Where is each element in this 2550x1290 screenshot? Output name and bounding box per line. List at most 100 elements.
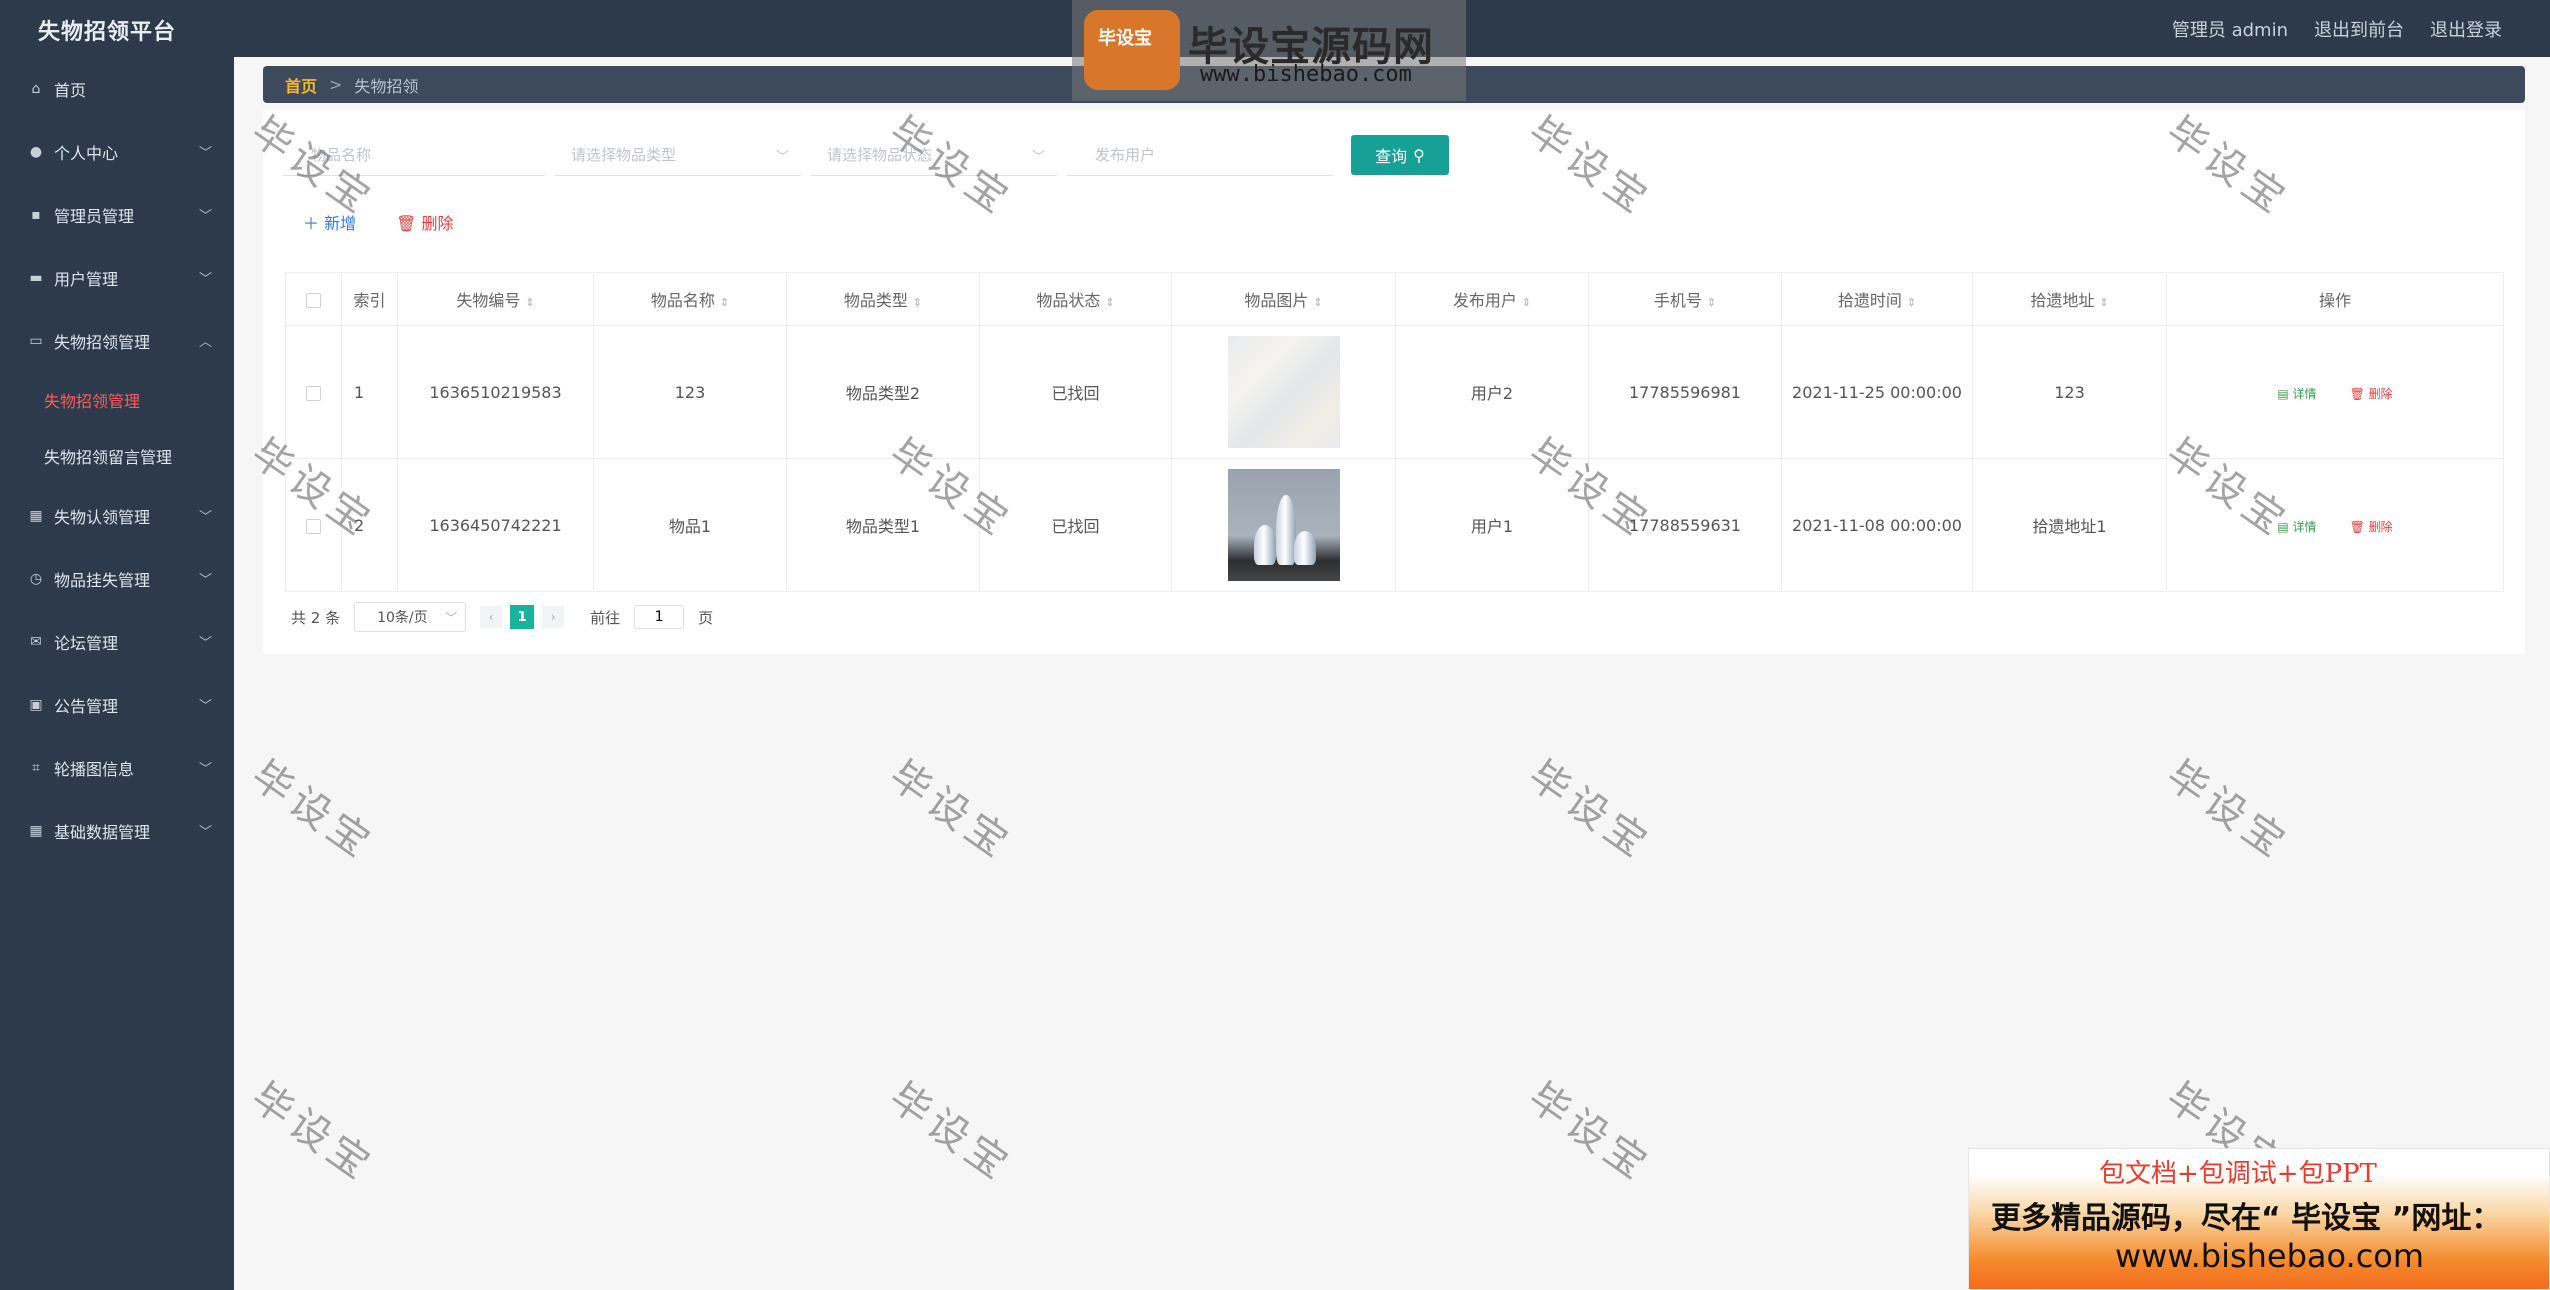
promo-ad-banner[interactable]: 包文档+包调试+包PPT 更多精品源码，尽在“ 毕设宝 ”网址： www.bis… [1968,1148,2550,1290]
sort-icon[interactable]: ⇕ [1313,296,1322,309]
publish-user-input[interactable] [1067,134,1333,176]
user-icon: ● [29,143,43,160]
submenu-item-lost-found[interactable]: 失物招领管理 [0,372,234,428]
sidebar-item-basic-data-management[interactable]: ▦ 基础数据管理 ﹀ [0,799,234,862]
cell-phone: 17788559631 [1588,458,1782,592]
page-number-button[interactable]: 1 [510,605,535,629]
page-size-select[interactable]: 10条/页 ﹀ [354,602,467,632]
delete-button[interactable]: 🗑 删除 [396,210,453,234]
header-user[interactable]: 发布用户 ⇕ [1395,272,1589,326]
search-row: 请选择物品类型 ﹀ 请选择物品状态 ﹀ 查询 ⚲ [283,134,1449,176]
sidebar-item-label: 轮播图信息 [54,759,135,779]
sidebar-item-claim-management[interactable]: ▦ 失物认领管理 ﹀ [0,484,234,547]
sort-icon[interactable]: ⇕ [525,296,534,309]
exit-to-front-link[interactable]: 退出到前台 [2314,16,2404,42]
cell-status: 已找回 [979,458,1172,592]
document-icon: ▤ [2277,386,2289,401]
add-button[interactable]: ＋ 新增 [303,210,356,234]
sidebar-item-home[interactable]: ⌂ 首页 [0,57,234,120]
total-count: 共 2 条 [291,608,341,627]
sidebar-item-loss-report-management[interactable]: ◷ 物品挂失管理 ﹀ [0,547,234,610]
watermark-text: 毕设宝 [880,752,1021,870]
sort-icon[interactable]: ⇕ [720,296,729,309]
cell-address: 123 [1972,325,2167,459]
sort-icon[interactable]: ⇕ [1907,296,1916,309]
header-status[interactable]: 物品状态 ⇕ [979,272,1172,326]
header-phone[interactable]: 手机号 ⇕ [1588,272,1782,326]
sidebar-item-label: 失物认领管理 [54,507,151,527]
sidebar-item-carousel-info[interactable]: ⌗ 轮播图信息 ﹀ [0,736,234,799]
sort-icon[interactable]: ⇕ [1105,296,1114,309]
item-image-thumbnail[interactable] [1227,336,1340,448]
item-image-thumbnail[interactable] [1227,469,1340,581]
page-size-value: 10条/页 [377,610,428,626]
ad-line-1: 包文档+包调试+包PPT [2099,1159,2377,1189]
chevron-down-icon: ﹀ [198,762,212,777]
next-page-button[interactable]: › [542,606,565,628]
detail-button[interactable]: ▤ 详情 [2277,387,2316,401]
sidebar-item-lost-found-management[interactable]: ▭ 失物招领管理 ︿ [0,309,234,372]
item-name-input[interactable] [283,134,545,176]
chevron-down-icon: ﹀ [198,146,212,161]
ad-line-2: 更多精品源码，尽在“ 毕设宝 ”网址： [1991,1201,2502,1236]
sidebar-item-label: 基础数据管理 [54,822,151,842]
sidebar-item-label: 论坛管理 [54,633,119,653]
lost-found-table: 索引 失物编号 ⇕ 物品名称 ⇕ 物品类型 ⇕ 物品状态 ⇕ 物品图片 ⇕ 发布用户 ⇕ 手… [285,272,2504,592]
mail-icon: ✉ [30,633,42,650]
watermark-text: 毕设宝 [1519,1074,1660,1192]
header-time[interactable]: 拾遗时间 ⇕ [1781,272,1973,326]
row-delete-button[interactable]: 🗑 删除 [2350,520,2393,534]
breadcrumb-home[interactable]: 首页 [285,73,317,97]
sidebar-item-personal-center[interactable]: ● 个人中心 ﹀ [0,120,234,183]
chevron-down-icon: ﹀ [198,510,212,525]
top-links: 管理员 admin 退出到前台 退出登录 [2172,16,2502,42]
sidebar-item-label: 管理员管理 [54,206,135,226]
cell-index: 2 [341,458,398,592]
cell-operation: ▤ 详情 🗑 删除 [2166,325,2504,459]
goto-page-input[interactable] [634,605,685,629]
chevron-down-icon: ﹀ [198,272,212,287]
row-checkbox[interactable] [306,385,321,401]
item-status-select[interactable]: 请选择物品状态 ﹀ [811,134,1057,176]
header-operation: 操作 [2166,272,2504,326]
sidebar-item-label: 物品挂失管理 [54,570,151,590]
sidebar-item-admin-management[interactable]: ▪ 管理员管理 ﹀ [0,183,234,246]
select-all-checkbox[interactable] [306,292,321,308]
chevron-down-icon: ﹀ [198,825,212,840]
detail-label: 详情 [2292,519,2317,534]
header-type[interactable]: 物品类型 ⇕ [786,272,980,326]
row-delete-button[interactable]: 🗑 删除 [2350,387,2393,401]
chevron-down-icon: ﹀ [198,209,212,224]
cell-image [1171,325,1396,459]
item-type-select[interactable]: 请选择物品类型 ﹀ [555,134,801,176]
detail-label: 详情 [2292,386,2317,401]
prev-page-button[interactable]: ‹ [480,606,503,628]
header-code[interactable]: 失物编号 ⇕ [397,272,594,326]
sort-icon[interactable]: ⇕ [1707,296,1716,309]
header-label: 物品状态 [1036,291,1101,310]
submenu-item-lost-found-messages[interactable]: 失物招领留言管理 [0,428,234,484]
cell-phone: 17785596981 [1588,325,1782,459]
header-address[interactable]: 拾遗地址 ⇕ [1972,272,2167,326]
sidebar-item-user-management[interactable]: ▬ 用户管理 ﹀ [0,246,234,309]
logout-link[interactable]: 退出登录 [2430,16,2502,42]
query-button[interactable]: 查询 ⚲ [1351,135,1449,175]
query-button-label: 查询 [1375,147,1408,166]
detail-button[interactable]: ▤ 详情 [2277,520,2316,534]
goto-label: 前往 [590,608,621,627]
header-name[interactable]: 物品名称 ⇕ [593,272,787,326]
sort-icon[interactable]: ⇕ [2099,296,2108,309]
row-select-cell [285,458,342,592]
row-delete-label: 删除 [2368,386,2393,401]
header-label: 发布用户 [1452,291,1517,310]
sidebar-item-notice-management[interactable]: ▣ 公告管理 ﹀ [0,673,234,736]
select-all-cell [285,272,342,326]
chevron-down-icon: ﹀ [198,573,212,588]
sidebar-item-forum-management[interactable]: ✉ 论坛管理 ﹀ [0,610,234,673]
row-checkbox[interactable] [306,518,321,534]
watermark-text: 毕设宝 [1519,752,1660,870]
sidebar: ⌂ 首页 ● 个人中心 ﹀ ▪ 管理员管理 ﹀ ▬ 用户管理 ﹀ ▭ 失物招领管… [0,57,234,1290]
sort-icon[interactable]: ⇕ [913,296,922,309]
header-image[interactable]: 物品图片 ⇕ [1171,272,1396,326]
sort-icon[interactable]: ⇕ [1522,296,1531,309]
